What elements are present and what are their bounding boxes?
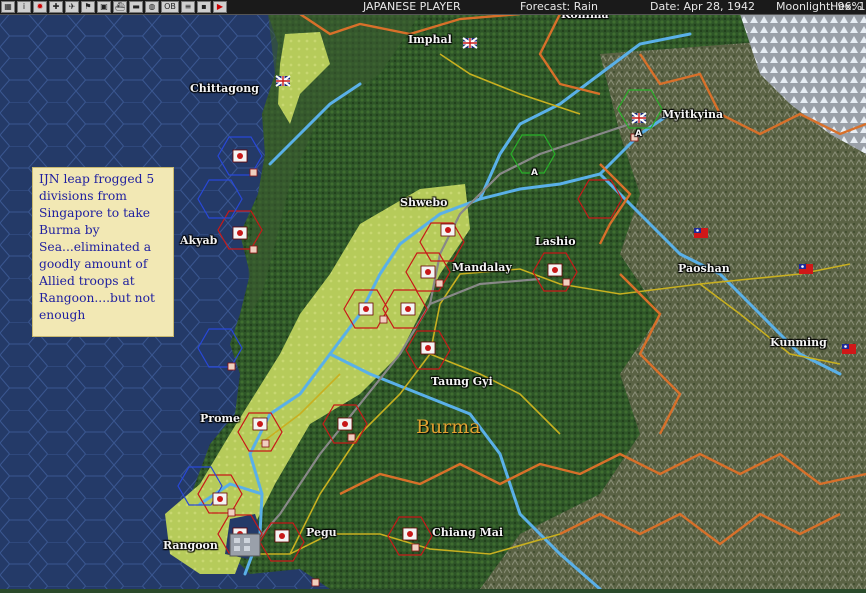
place-chiang-mai[interactable]: Chiang Mai bbox=[432, 526, 503, 539]
place-taung-gyi[interactable]: Taung Gyi bbox=[431, 375, 493, 388]
hq-marker[interactable]: A bbox=[531, 168, 538, 178]
region-label-burma: Burma bbox=[416, 416, 481, 438]
toolbar-buttons: ▦ i ✹ ✚ ✈ ⚑ ▣ ⛴ ▬ ◍ OB ≡ ▪ ▶ bbox=[0, 1, 227, 13]
unit-icon[interactable]: ▬ bbox=[129, 1, 143, 13]
place-imphal[interactable]: Imphal bbox=[408, 33, 452, 46]
base-icon[interactable]: ▣ bbox=[97, 1, 111, 13]
ob-button-icon[interactable]: OB bbox=[161, 1, 179, 13]
forecast-label: Forecast: Rain bbox=[520, 0, 598, 13]
end-turn-icon[interactable]: ▶ bbox=[213, 1, 227, 13]
rangoon-city-icon bbox=[229, 533, 261, 557]
place-akyab[interactable]: Akyab bbox=[180, 234, 217, 247]
flag-icon[interactable]: ⚑ bbox=[81, 1, 95, 13]
ship-icon[interactable]: ⛴ bbox=[113, 1, 127, 13]
airgroup-icon[interactable]: ✈ bbox=[65, 1, 79, 13]
place-mandalay[interactable]: Mandalay bbox=[452, 261, 512, 274]
place-paoshan[interactable]: Paoshan bbox=[678, 262, 730, 275]
fleet-icon[interactable]: ✚ bbox=[49, 1, 63, 13]
place-pegu[interactable]: Pegu bbox=[306, 526, 337, 539]
place-chittagong[interactable]: Chittagong bbox=[190, 82, 259, 95]
japan-flag-icon[interactable]: ✹ bbox=[33, 1, 47, 13]
info-icon[interactable]: i bbox=[17, 1, 31, 13]
place-prome[interactable]: Prome bbox=[200, 412, 240, 425]
place-myitkyina[interactable]: Myitkyina bbox=[662, 108, 723, 121]
list-icon[interactable]: ≡ bbox=[181, 1, 195, 13]
player-label: JAPANESE PLAYER bbox=[363, 0, 461, 13]
date-label: Date: Apr 28, 1942 bbox=[650, 0, 756, 13]
place-lashio[interactable]: Lashio bbox=[535, 235, 576, 248]
globe-icon[interactable]: ◍ bbox=[145, 1, 159, 13]
hex-label: Hex: 1( bbox=[830, 0, 866, 13]
hq-marker[interactable]: A bbox=[635, 129, 642, 139]
grid-icon[interactable]: ▦ bbox=[1, 1, 15, 13]
save-icon[interactable]: ▪ bbox=[197, 1, 211, 13]
place-shwebo[interactable]: Shwebo bbox=[400, 196, 447, 209]
place-kunming[interactable]: Kunming bbox=[770, 336, 827, 349]
annotation-note: IJN leap frogged 5 divisions from Singap… bbox=[32, 167, 174, 337]
place-rangoon[interactable]: Rangoon bbox=[163, 539, 218, 552]
game-map[interactable]: A A Kohima Imphal Chittagong Myitkyina S… bbox=[0, 8, 866, 591]
top-toolbar: ▦ i ✹ ✚ ✈ ⚑ ▣ ⛴ ▬ ◍ OB ≡ ▪ ▶ JAPANESE PLAYER Forecast… bbox=[0, 0, 866, 15]
